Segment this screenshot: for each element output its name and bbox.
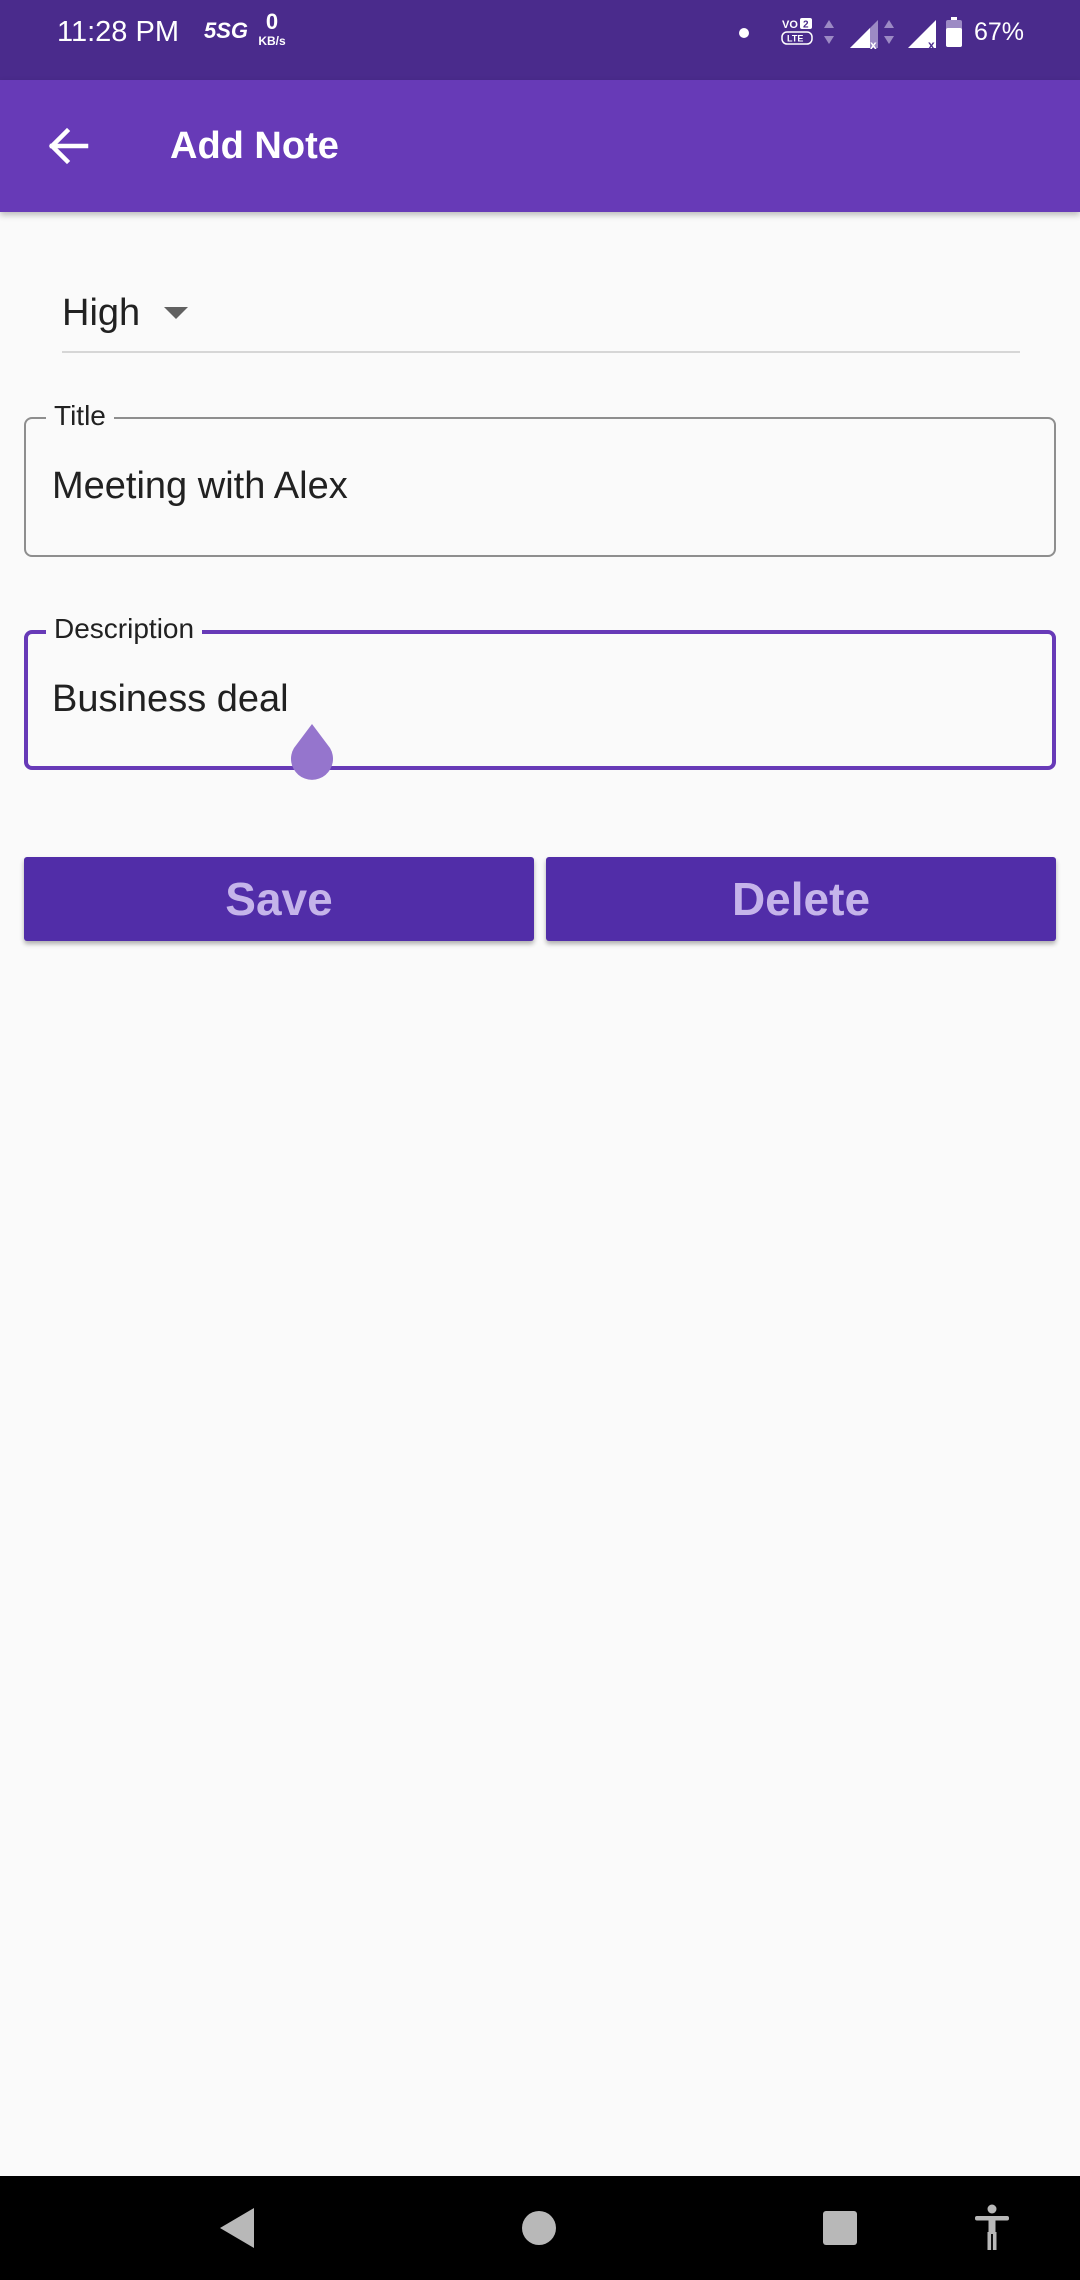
volte-icon: VO 2 LTE (781, 18, 813, 45)
svg-text:x: x (928, 38, 935, 50)
text-cursor-handle-icon[interactable] (286, 722, 338, 782)
accessibility-icon (975, 2204, 1009, 2250)
svg-text:LTE: LTE (787, 34, 803, 44)
description-field-label: Description (46, 612, 203, 646)
status-time: 11:28 PM (57, 16, 179, 48)
delete-button[interactable]: Delete (546, 857, 1056, 941)
page-title: Add Note (170, 125, 339, 167)
battery-percent: 67% (974, 18, 1025, 46)
system-navigation-bar (0, 2176, 1080, 2280)
app-bar: Add Note (0, 80, 1080, 212)
nav-recents-button[interactable] (810, 2198, 870, 2258)
signal-no-service-icon: x (850, 20, 878, 50)
data-arrows-icon-2 (884, 20, 894, 44)
network-type-label: 5SG (204, 18, 249, 43)
arrow-left-icon (48, 127, 89, 165)
svg-text:VO: VO (782, 19, 798, 31)
data-arrows-icon (824, 20, 834, 44)
priority-selected-value: High (62, 292, 141, 334)
title-field-label: Title (46, 399, 114, 433)
nav-accessibility-button[interactable] (962, 2198, 1022, 2258)
home-circle-icon (522, 2211, 556, 2245)
title-field-value[interactable]: Meeting with Alex (52, 461, 348, 511)
svg-text:2: 2 (803, 20, 809, 31)
status-bar: 11:28 PM 5SG 0 KB/s VO 2 LTE x x 67% (0, 0, 1080, 80)
svg-text:x: x (870, 38, 877, 50)
description-field-value[interactable]: Business deal (52, 674, 289, 724)
data-speed-value: 0 (265, 9, 279, 34)
notification-dot-icon (739, 28, 749, 38)
caret-down-icon (164, 307, 188, 319)
priority-dropdown[interactable]: High (62, 285, 1020, 353)
nav-home-button[interactable] (509, 2198, 569, 2258)
back-button[interactable] (30, 108, 106, 184)
description-field[interactable]: Description Business deal (24, 612, 1056, 770)
battery-icon (946, 17, 962, 47)
data-speed-unit: KB/s (258, 34, 286, 48)
title-field[interactable]: Title Meeting with Alex (24, 399, 1056, 557)
recents-square-icon (823, 2211, 857, 2245)
back-triangle-icon (220, 2208, 254, 2248)
save-button[interactable]: Save (24, 857, 534, 941)
signal-no-service-icon-2: x (908, 20, 936, 50)
data-speed-indicator: 0 KB/s (254, 9, 290, 49)
nav-back-button[interactable] (206, 2198, 266, 2258)
